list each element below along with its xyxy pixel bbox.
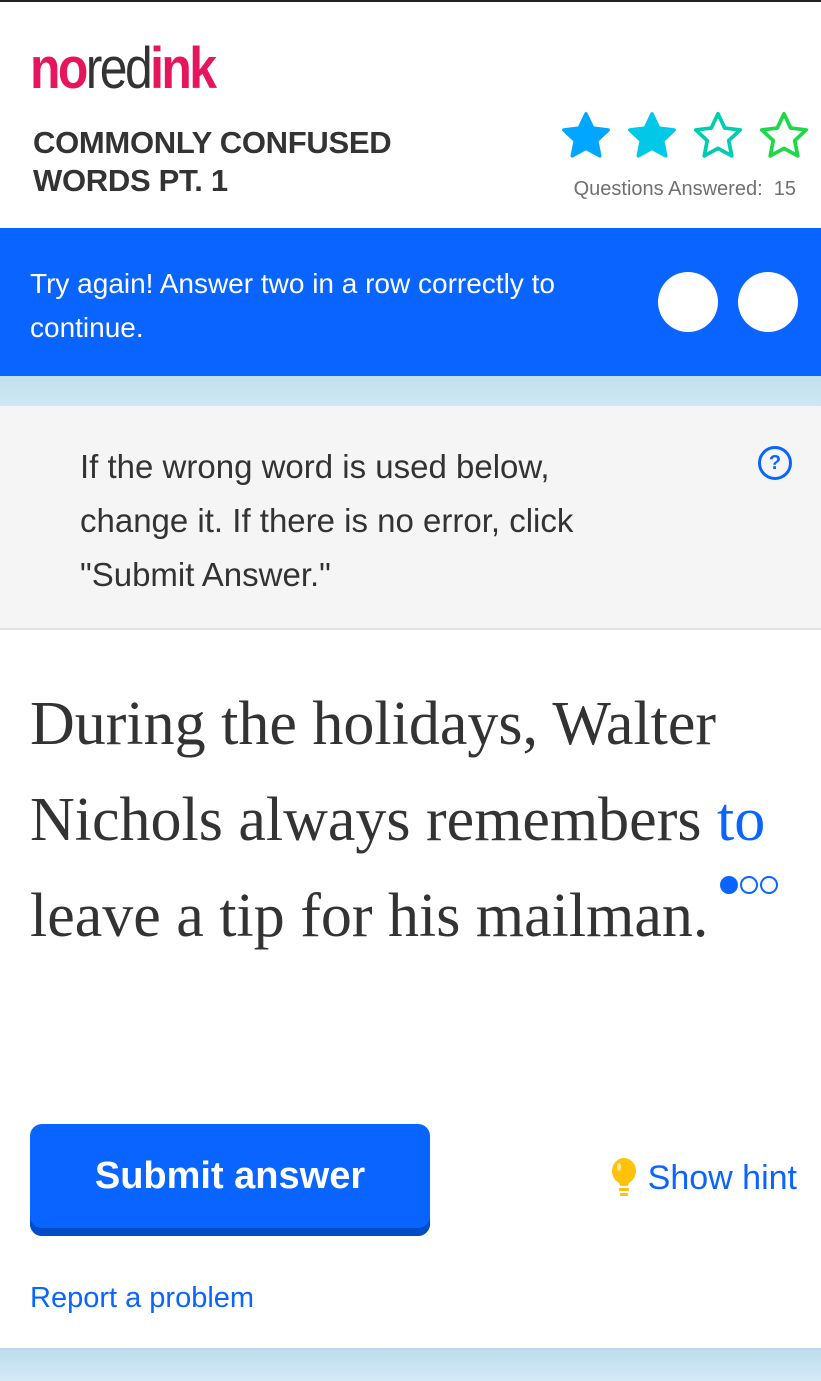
instructions-panel: If the wrong word is used below, change …	[0, 406, 821, 630]
footer-shadow	[0, 1348, 821, 1381]
attempt-dot-remaining	[759, 876, 778, 894]
submit-answer-button[interactable]: Submit answer	[30, 1124, 430, 1236]
question-panel: During the holidays, Walter Nichols alwa…	[0, 630, 821, 1348]
questions-answered-label: Questions Answered:	[573, 178, 763, 200]
lightbulb-icon	[611, 1158, 636, 1196]
try-again-banner: Try again! Answer two in a row correctly…	[0, 228, 821, 376]
help-icon[interactable]: ?	[758, 446, 792, 480]
show-hint-label[interactable]: Show hint	[648, 1159, 797, 1198]
streak-indicator-1	[658, 272, 718, 332]
star-icon	[628, 112, 676, 158]
question-sentence: During the holidays, Walter Nichols alwa…	[30, 676, 800, 964]
questions-answered: Questions Answered: 15	[574, 178, 796, 201]
star-rating	[558, 108, 812, 164]
star-icon	[562, 112, 610, 158]
star-outline-icon	[759, 111, 809, 158]
banner-message: Try again! Answer two in a row correctly…	[30, 268, 555, 343]
star-outline-icon	[693, 111, 743, 158]
streak-indicator-2	[738, 272, 798, 332]
logo-part-red: red	[85, 36, 153, 101]
attempt-dot-remaining	[739, 876, 758, 894]
exercise-title: COMMONLY CONFUSED WORDS PT. 1	[33, 125, 392, 198]
logo-part-ink: ink	[150, 36, 217, 101]
attempt-dot-used	[719, 876, 738, 894]
sentence-before: During the holidays, Walter Nichols alwa…	[30, 690, 717, 854]
attempts-indicator	[719, 876, 778, 894]
logo-part-no: no	[30, 36, 88, 101]
sentence-after: leave a tip for his mailman.	[30, 882, 709, 950]
banner-shadow	[0, 376, 821, 406]
editable-word[interactable]: to	[717, 772, 778, 894]
report-problem-link[interactable]: Report a problem	[30, 1282, 254, 1315]
editable-word-text[interactable]: to	[717, 786, 765, 854]
questions-answered-count: 15	[773, 178, 796, 200]
header: noredink COMMONLY CONFUSED WORDS PT. 1 Q…	[0, 2, 821, 228]
instructions-text: If the wrong word is used below, change …	[80, 448, 574, 593]
noredink-logo[interactable]: noredink	[30, 40, 217, 98]
show-hint-button[interactable]: Show hint	[610, 1158, 797, 1198]
